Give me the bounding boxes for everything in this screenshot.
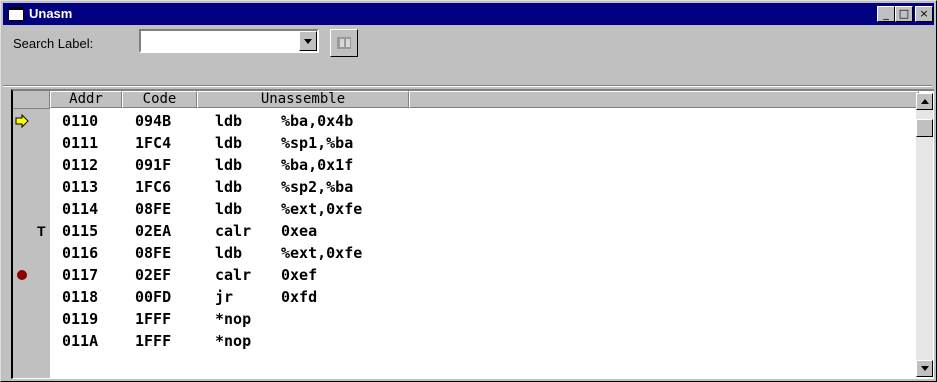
row-operands: %sp1,%ba xyxy=(281,134,354,152)
row-mnemonic: ldb xyxy=(215,156,243,174)
row-addr: 0112 xyxy=(62,156,99,174)
search-label-text: Search Label: xyxy=(13,36,94,51)
row-addr: 0119 xyxy=(62,310,99,328)
row-mnemonic: *nop xyxy=(215,310,252,328)
window-title: Unasm xyxy=(29,6,73,21)
row-code: 08FE xyxy=(135,200,172,218)
table-row[interactable]: 0117 02EF calr 0xef xyxy=(13,264,903,286)
table-row[interactable]: T 0115 02EA calr 0xea xyxy=(13,220,903,242)
table-row[interactable]: 0112 091F ldb %ba,0x1f xyxy=(13,154,903,176)
row-operands: %ba,0x4b xyxy=(281,112,354,130)
row-code: 08FE xyxy=(135,244,172,262)
row-addr: 0115 xyxy=(62,222,99,240)
row-addr: 0111 xyxy=(62,134,99,152)
row-code: 02EA xyxy=(135,222,172,240)
row-addr: 0116 xyxy=(62,244,99,262)
window-icon[interactable] xyxy=(8,7,24,21)
breakpoint-icon[interactable] xyxy=(15,268,29,282)
column-header-blank xyxy=(409,91,919,108)
table-row[interactable]: 0119 1FFF *nop xyxy=(13,308,903,330)
scroll-thumb[interactable] xyxy=(916,119,933,137)
find-label-button[interactable] xyxy=(330,29,358,57)
scroll-down-button[interactable] xyxy=(916,360,933,377)
close-button[interactable]: × xyxy=(915,6,933,22)
row-mnemonic: ldb xyxy=(215,244,243,262)
row-code: 1FC4 xyxy=(135,134,172,152)
table-row[interactable]: 0111 1FC4 ldb %sp1,%ba xyxy=(13,132,903,154)
table-row[interactable]: 0114 08FE ldb %ext,0xfe xyxy=(13,198,903,220)
row-addr: 0114 xyxy=(62,200,99,218)
row-operands: 0xef xyxy=(281,266,318,284)
row-mnemonic: jr xyxy=(215,288,234,306)
table-row[interactable]: 0116 08FE ldb %ext,0xfe xyxy=(13,242,903,264)
row-code: 02EF xyxy=(135,266,172,284)
table-row[interactable]: 0110 094B ldb %ba,0x4b xyxy=(13,110,903,132)
table-row[interactable]: 0118 00FD jr 0xfd xyxy=(13,286,903,308)
column-header-addr[interactable]: Addr xyxy=(50,91,122,108)
row-mnemonic: calr xyxy=(215,266,252,284)
title-bar[interactable]: Unasm _ □ × xyxy=(3,3,934,25)
unassemble-list[interactable]: Addr Code Unassemble 0110 094B ldb %ba,0… xyxy=(11,89,934,379)
scroll-up-button[interactable] xyxy=(916,93,933,110)
row-operands: 0xea xyxy=(281,222,318,240)
dropdown-arrow-button[interactable] xyxy=(299,31,317,51)
row-code: 00FD xyxy=(135,288,172,306)
row-operands: %sp2,%ba xyxy=(281,178,354,196)
row-operands: 0xfd xyxy=(281,288,318,306)
vertical-scrollbar[interactable] xyxy=(916,93,933,377)
table-row[interactable]: 011A 1FFF *nop xyxy=(13,330,903,352)
toolbar-separator xyxy=(3,85,932,87)
row-code: 1FC6 xyxy=(135,178,172,196)
row-addr: 011A xyxy=(62,332,99,350)
minimize-button[interactable]: _ xyxy=(877,6,895,22)
row-mark: T xyxy=(37,223,46,239)
row-code: 091F xyxy=(135,156,172,174)
row-operands: %ext,0xfe xyxy=(281,200,363,218)
column-header-code[interactable]: Code xyxy=(122,91,197,108)
column-header-unassemble[interactable]: Unassemble xyxy=(197,91,409,108)
row-mnemonic: *nop xyxy=(215,332,252,350)
row-mnemonic: calr xyxy=(215,222,252,240)
row-mnemonic: ldb xyxy=(215,134,243,152)
maximize-button[interactable]: □ xyxy=(895,6,913,22)
unasm-window: Unasm _ □ × Search Label: Addr Code Unas… xyxy=(0,0,937,382)
row-operands: %ba,0x1f xyxy=(281,156,354,174)
row-addr: 0113 xyxy=(62,178,99,196)
row-mnemonic: ldb xyxy=(215,178,243,196)
row-code: 1FFF xyxy=(135,310,172,328)
row-mnemonic: ldb xyxy=(215,112,243,130)
current-pc-arrow-icon xyxy=(15,114,29,128)
row-addr: 0118 xyxy=(62,288,99,306)
row-mnemonic: ldb xyxy=(215,200,243,218)
row-addr: 0110 xyxy=(62,112,99,130)
row-operands: %ext,0xfe xyxy=(281,244,363,262)
gutter-header xyxy=(13,91,50,109)
row-code: 1FFF xyxy=(135,332,172,350)
row-addr: 0117 xyxy=(62,266,99,284)
table-row[interactable]: 0113 1FC6 ldb %sp2,%ba xyxy=(13,176,903,198)
row-code: 094B xyxy=(135,112,172,130)
search-label-combobox[interactable] xyxy=(139,29,319,53)
